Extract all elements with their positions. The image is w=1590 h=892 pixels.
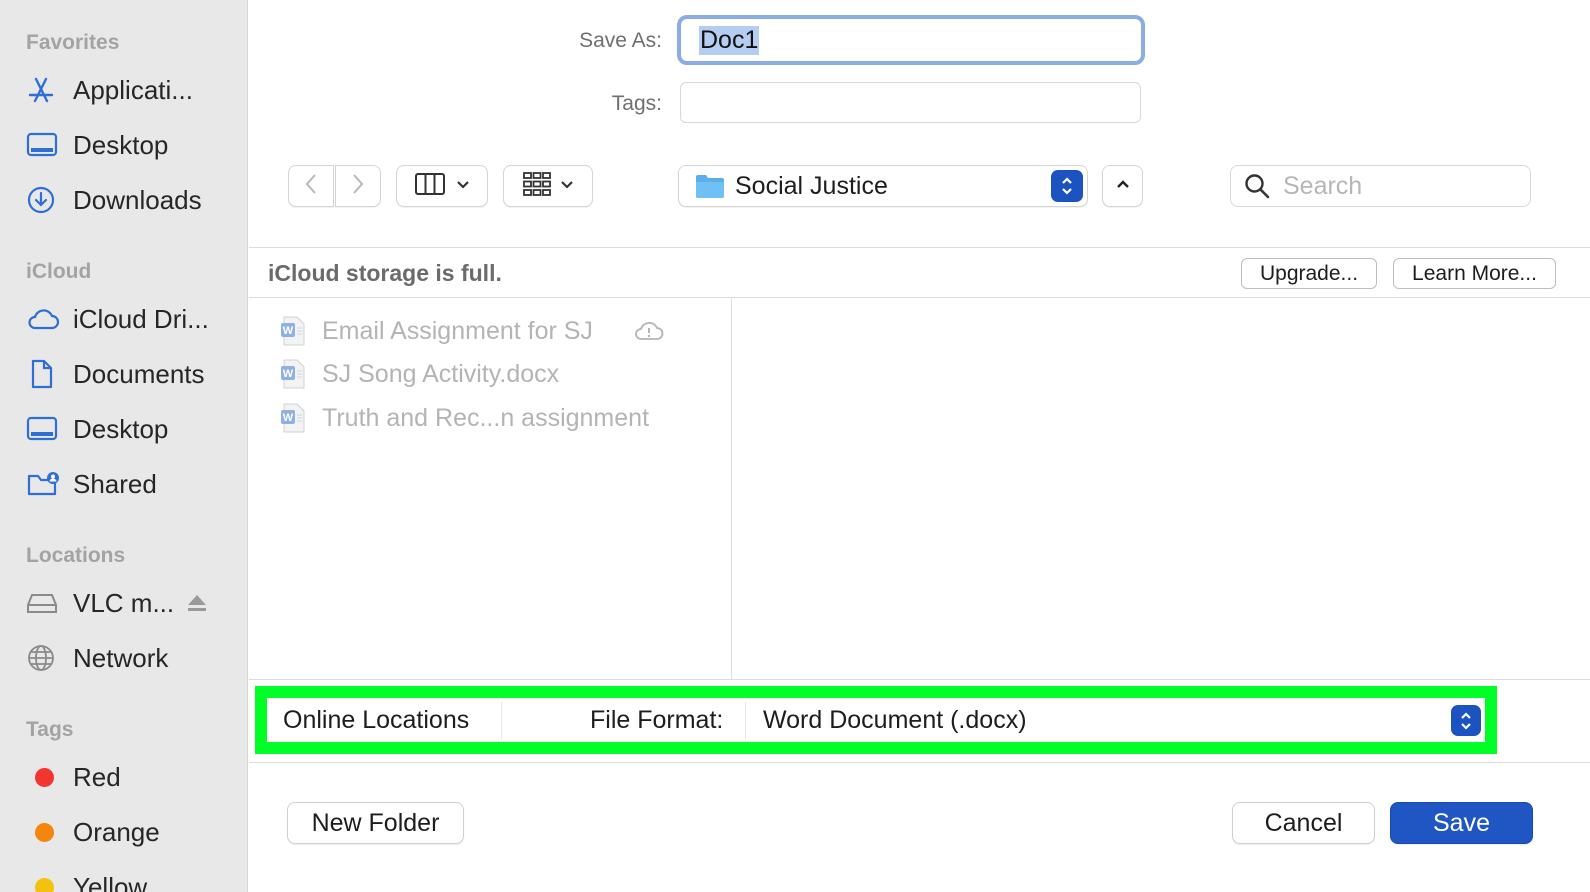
chevron-down-icon	[560, 177, 574, 195]
save-button[interactable]: Save	[1390, 802, 1533, 844]
sidebar-item-vlc-drive[interactable]: VLC m...	[26, 581, 240, 625]
back-button[interactable]	[288, 165, 334, 207]
tag-red-icon	[26, 761, 64, 793]
search-icon	[1243, 172, 1271, 200]
downloads-icon	[26, 184, 64, 216]
folder-icon	[695, 173, 725, 199]
file-format-value: Word Document (.docx)	[763, 706, 1027, 734]
applications-icon	[26, 74, 64, 106]
search-field[interactable]	[1230, 165, 1531, 207]
sidebar-item-label: Desktop	[73, 413, 169, 444]
eject-icon[interactable]	[186, 593, 208, 613]
svg-text:W: W	[283, 412, 294, 424]
view-mode-button[interactable]	[396, 165, 488, 207]
sidebar-item-network[interactable]: Network	[26, 636, 240, 680]
chevron-right-icon	[351, 172, 365, 201]
file-row[interactable]: W SJ Song Activity.docx	[280, 354, 559, 394]
sidebar: Favorites Applicati... Desktop Downloads…	[0, 0, 248, 892]
sidebar-item-label: Shared	[73, 468, 157, 499]
shared-folder-icon	[26, 468, 64, 500]
word-document-icon: W	[280, 359, 306, 389]
popup-stepper-icon	[1451, 705, 1481, 736]
cloud-alert-icon	[633, 319, 665, 343]
chevron-left-icon	[304, 172, 318, 201]
desktop-icon	[26, 413, 64, 445]
sidebar-section-icloud: iCloud	[26, 260, 92, 283]
sidebar-item-label: Orange	[73, 816, 160, 847]
cancel-button[interactable]: Cancel	[1232, 802, 1375, 844]
forward-button[interactable]	[335, 165, 381, 207]
popup-stepper-icon	[1051, 170, 1083, 202]
sidebar-item-documents[interactable]: Documents	[26, 352, 240, 396]
chevron-down-icon	[456, 177, 470, 195]
chevron-up-icon	[1115, 177, 1131, 195]
sidebar-item-label: Downloads	[73, 184, 202, 215]
sidebar-item-label: Desktop	[73, 129, 169, 160]
save-as-value: Doc1	[699, 25, 760, 55]
word-document-icon: W	[280, 316, 306, 346]
desktop-icon	[26, 129, 64, 161]
learn-more-button[interactable]: Learn More...	[1393, 258, 1556, 289]
sidebar-item-downloads[interactable]: Downloads	[26, 178, 240, 222]
location-popup[interactable]: Social Justice	[678, 165, 1088, 207]
icloud-storage-message: iCloud storage is full.	[268, 260, 502, 286]
sidebar-item-icloud-drive[interactable]: iCloud Dri...	[26, 297, 240, 341]
file-format-popup[interactable]: Word Document (.docx)	[745, 702, 1483, 739]
drive-icon	[26, 587, 64, 619]
tag-orange-icon	[26, 816, 64, 848]
sidebar-section-tags: Tags	[26, 718, 74, 741]
columns-view-icon	[414, 172, 446, 201]
sidebar-item-tag-orange[interactable]: Orange	[26, 810, 240, 854]
network-icon	[26, 642, 64, 674]
divider	[249, 247, 1590, 248]
file-name: Truth and Rec...n assignment	[322, 403, 650, 432]
collapse-button[interactable]	[1102, 165, 1143, 207]
tags-label: Tags:	[611, 92, 662, 115]
sidebar-item-label: Network	[73, 642, 169, 673]
save-as-label: Save As:	[579, 29, 662, 52]
file-format-label: File Format:	[590, 706, 724, 734]
divider	[249, 679, 1590, 680]
tags-input[interactable]	[680, 82, 1141, 123]
sidebar-item-label: Red	[73, 761, 121, 792]
sidebar-item-label: iCloud Dri...	[73, 303, 209, 334]
file-row[interactable]: W Email Assignment for SJ	[280, 311, 665, 351]
upgrade-button[interactable]: Upgrade...	[1241, 258, 1377, 289]
file-row[interactable]: W Truth and Rec...n assignment	[280, 398, 649, 438]
file-name: Email Assignment for SJ	[322, 316, 593, 345]
sidebar-item-label: VLC m...	[73, 587, 175, 618]
sidebar-item-shared[interactable]: Shared	[26, 462, 240, 506]
new-folder-button[interactable]: New Folder	[287, 802, 464, 844]
sidebar-item-applications[interactable]: Applicati...	[26, 68, 240, 112]
sidebar-item-label: Documents	[73, 358, 205, 389]
save-as-input[interactable]: Doc1	[677, 15, 1145, 65]
search-input[interactable]	[1283, 171, 1513, 201]
tag-yellow-icon	[26, 871, 64, 892]
online-locations-button[interactable]: Online Locations	[267, 702, 502, 739]
file-name: SJ Song Activity.docx	[322, 359, 560, 388]
icloud-drive-icon	[26, 303, 64, 335]
sidebar-item-desktop-icloud[interactable]: Desktop	[26, 407, 240, 451]
location-name: Social Justice	[735, 171, 888, 200]
sidebar-item-desktop[interactable]: Desktop	[26, 123, 240, 167]
word-document-icon: W	[280, 403, 306, 433]
divider	[249, 762, 1590, 763]
sidebar-item-tag-yellow[interactable]: Yellow	[26, 865, 240, 892]
sidebar-item-label: Applicati...	[73, 74, 193, 105]
sidebar-section-favorites: Favorites	[26, 31, 120, 54]
svg-text:W: W	[283, 325, 294, 337]
sidebar-item-label: Yellow	[73, 871, 148, 892]
document-icon	[26, 358, 64, 390]
group-button[interactable]	[503, 165, 593, 207]
grid-icon	[522, 171, 552, 202]
sidebar-item-tag-red[interactable]: Red	[26, 755, 240, 799]
svg-text:W: W	[283, 368, 294, 380]
sidebar-section-locations: Locations	[26, 544, 126, 567]
